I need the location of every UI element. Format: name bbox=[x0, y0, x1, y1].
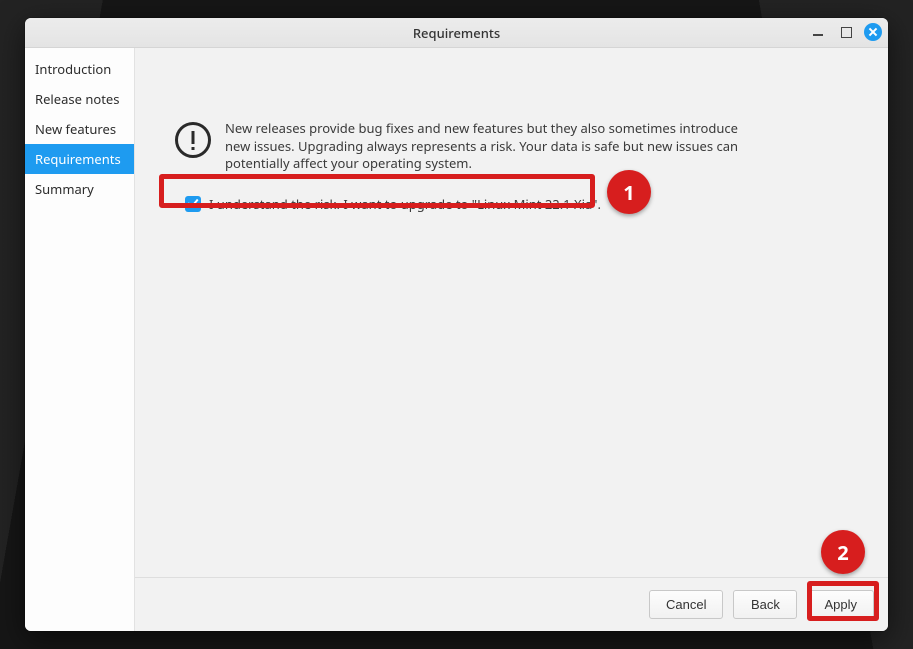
close-button[interactable] bbox=[864, 23, 882, 41]
cancel-button[interactable]: Cancel bbox=[649, 590, 723, 619]
warning-text: New releases provide bug fixes and new f… bbox=[225, 120, 765, 173]
sidebar: Introduction Release notes New features … bbox=[25, 48, 135, 631]
warning-row: New releases provide bug fixes and new f… bbox=[175, 120, 848, 173]
risk-checkbox-row[interactable]: I understand the risk. I want to upgrade… bbox=[175, 187, 848, 221]
titlebar: Requirements bbox=[25, 18, 888, 48]
minimize-button[interactable] bbox=[808, 22, 828, 42]
dialog-body: Introduction Release notes New features … bbox=[25, 48, 888, 631]
warning-icon bbox=[175, 122, 211, 158]
window-controls bbox=[808, 22, 882, 42]
main-area: New releases provide bug fixes and new f… bbox=[135, 48, 888, 577]
window-title: Requirements bbox=[25, 24, 888, 42]
content-pane: New releases provide bug fixes and new f… bbox=[135, 48, 888, 631]
back-button[interactable]: Back bbox=[733, 590, 797, 619]
dialog-window: Requirements Introduction Release notes … bbox=[25, 18, 888, 631]
sidebar-item-new-features[interactable]: New features bbox=[25, 114, 134, 144]
sidebar-item-summary[interactable]: Summary bbox=[25, 174, 134, 204]
risk-checkbox[interactable] bbox=[185, 196, 201, 212]
sidebar-item-introduction[interactable]: Introduction bbox=[25, 54, 134, 84]
risk-checkbox-label: I understand the risk. I want to upgrade… bbox=[209, 195, 601, 213]
sidebar-item-release-notes[interactable]: Release notes bbox=[25, 84, 134, 114]
sidebar-item-requirements[interactable]: Requirements bbox=[25, 144, 134, 174]
maximize-button[interactable] bbox=[836, 22, 856, 42]
footer: Cancel Back Apply bbox=[135, 577, 888, 631]
apply-button[interactable]: Apply bbox=[807, 590, 874, 619]
